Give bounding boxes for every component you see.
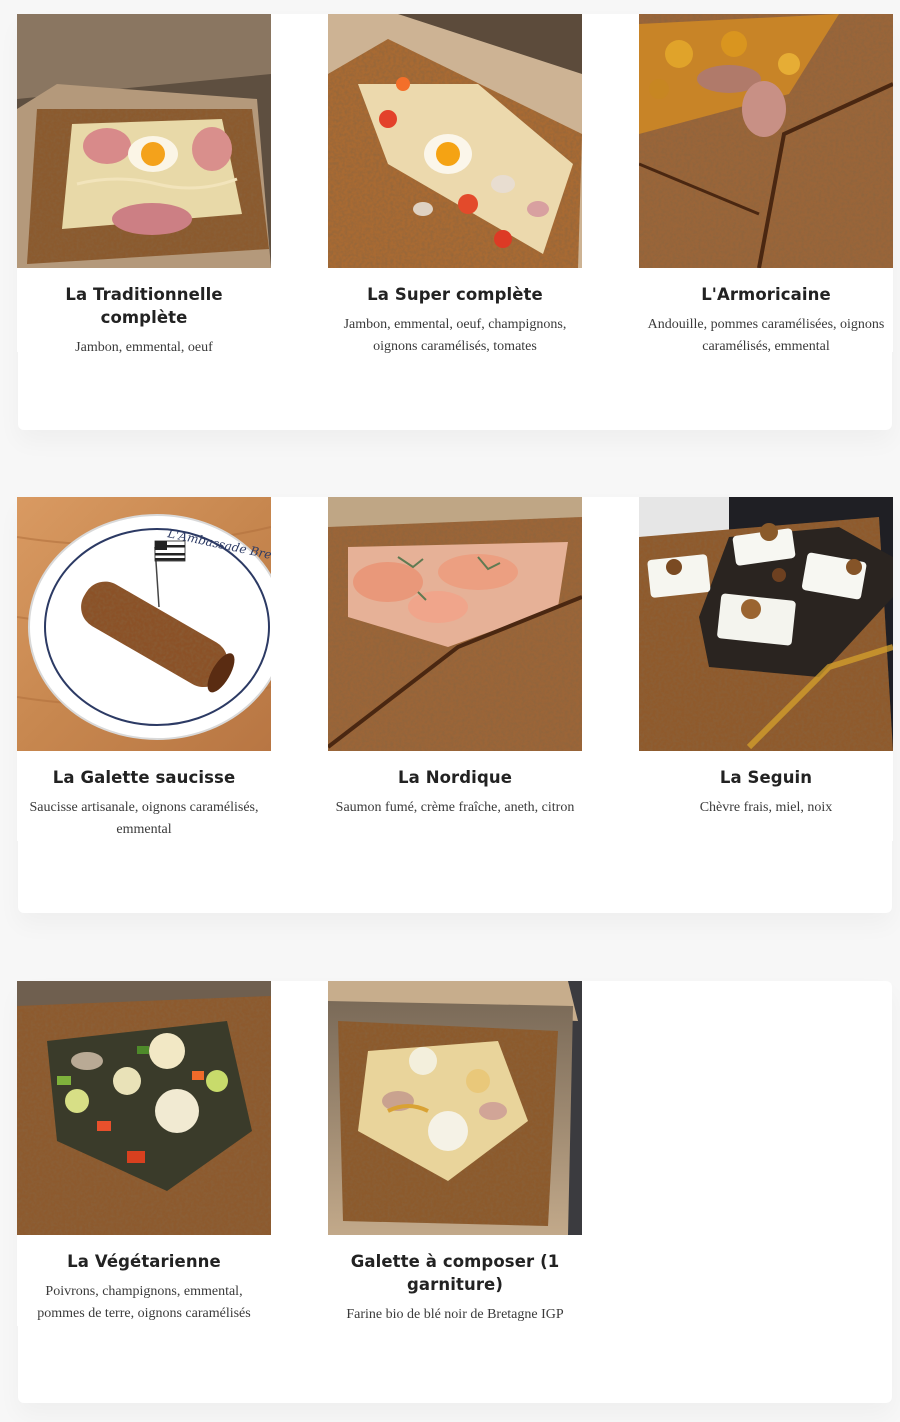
menu-card[interactable]: L'Ambassade Bretonne La Galette saucisse… xyxy=(17,497,271,841)
menu-card[interactable]: L'Armoricaine Andouille, pommes caraméli… xyxy=(639,14,893,354)
card-title: La Traditionnelle complète xyxy=(65,285,223,327)
card-title: L'Armoricaine xyxy=(701,285,831,304)
card-title: La Super complète xyxy=(367,285,543,304)
card-title: La Nordique xyxy=(398,768,512,787)
menu-card[interactable]: Galette à composer (1 garniture) Farine … xyxy=(328,981,582,1326)
galette-ham-egg-photo xyxy=(17,14,271,268)
galette-andouille-photo xyxy=(639,14,893,268)
menu-card[interactable]: La Nordique Saumon fumé, crème fraîche, … xyxy=(328,497,582,841)
galette-saucisse-photo: L'Ambassade Bretonne xyxy=(17,497,271,751)
card-description: Poivrons, champignons, emmental, pommes … xyxy=(37,1284,251,1321)
card-title: Galette à composer (1 garniture) xyxy=(350,1252,560,1294)
galette-super-photo xyxy=(328,14,582,268)
galette-salmon-photo xyxy=(328,497,582,751)
card-title: La Végétarienne xyxy=(67,1252,221,1271)
card-description: Saucisse artisanale, oignons caramélisés… xyxy=(29,800,259,837)
card-description: Jambon, emmental, oeuf, champignons, oig… xyxy=(343,317,567,354)
card-title: La Galette saucisse xyxy=(52,768,236,787)
menu-card[interactable]: La Végétarienne Poivrons, champignons, e… xyxy=(17,981,271,1326)
menu-card[interactable]: La Seguin Chèvre frais, miel, noix xyxy=(639,497,893,841)
card-description: Saumon fumé, crème fraîche, aneth, citro… xyxy=(335,800,575,815)
card-description: Jambon, emmental, oeuf xyxy=(75,340,213,355)
galette-goat-cheese-photo xyxy=(639,497,893,751)
menu-card[interactable]: La Traditionnelle complète Jambon, emmen… xyxy=(17,14,271,355)
galette-vegetable-photo xyxy=(17,981,271,1235)
galette-custom-photo xyxy=(328,981,582,1235)
card-description: Andouille, pommes caramélisées, oignons … xyxy=(647,317,885,354)
card-description: Farine bio de blé noir de Bretagne IGP xyxy=(346,1307,564,1322)
card-description: Chèvre frais, miel, noix xyxy=(699,800,833,815)
menu-card[interactable]: La Super complète Jambon, emmental, oeuf… xyxy=(328,14,582,354)
card-title: La Seguin xyxy=(719,768,813,787)
